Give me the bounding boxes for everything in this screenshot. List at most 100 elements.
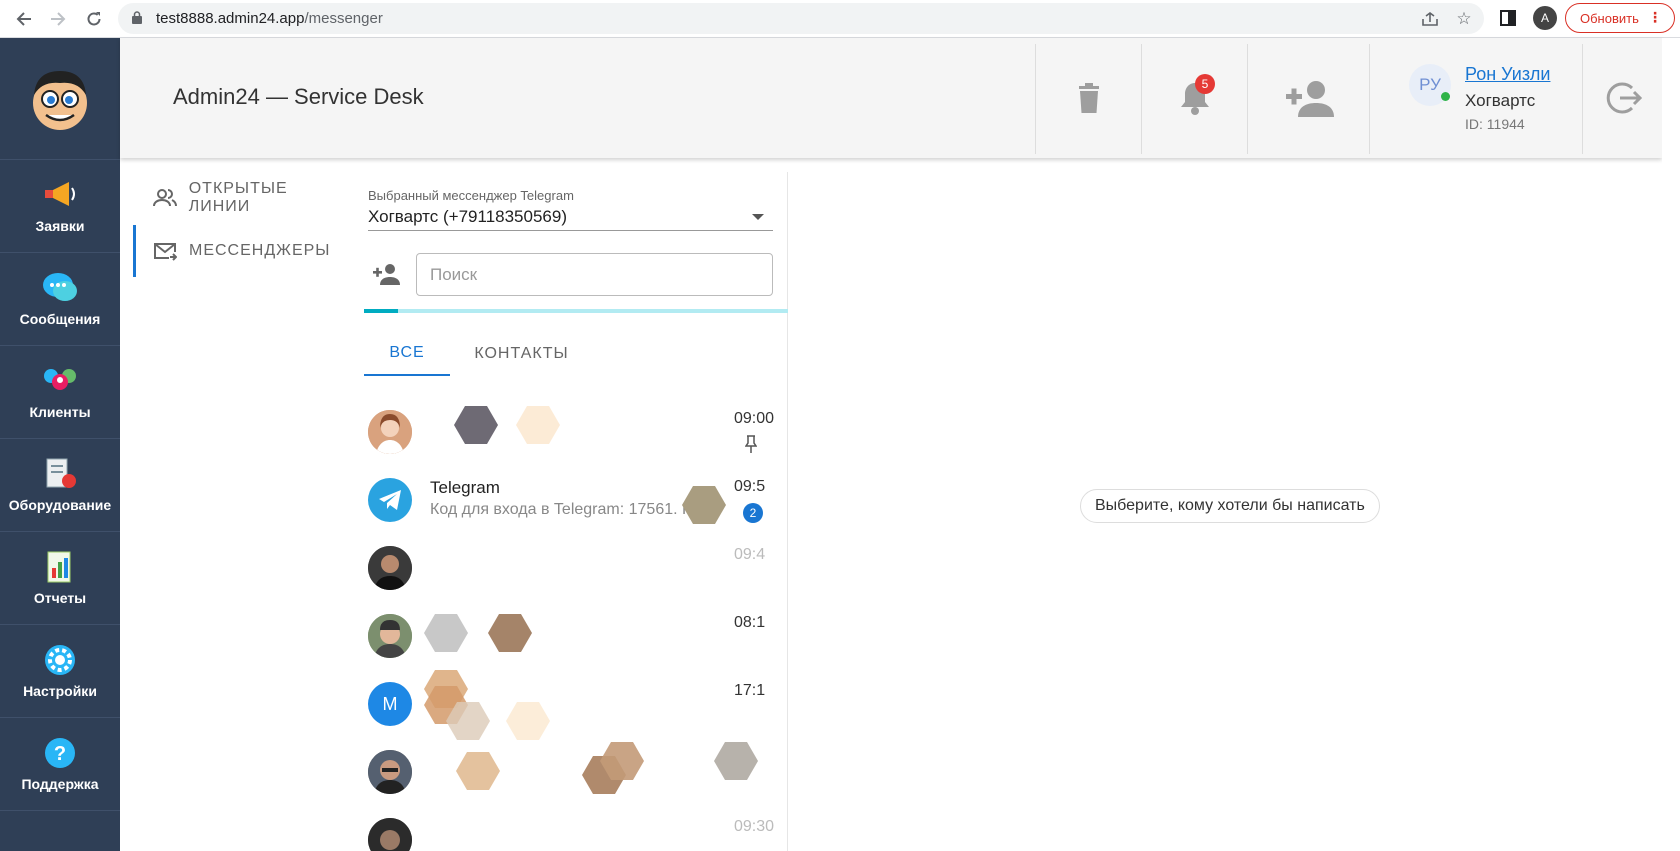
chat-list-item[interactable]: 09:30 <box>364 808 788 851</box>
redaction-hexagon <box>454 406 498 444</box>
lock-icon <box>132 11 142 24</box>
chat-list: 09:00 Telegram Код для входа в Telegram:… <box>364 400 788 851</box>
add-person-icon[interactable] <box>1284 76 1334 120</box>
chat-list-item[interactable] <box>364 740 788 804</box>
chat-preview: Код для входа в Telegram: 17561. Не да <box>430 501 720 518</box>
search-input[interactable] <box>416 253 773 296</box>
chat-bubbles-icon <box>41 271 79 305</box>
more-vert-icon: ⋮ <box>1648 9 1662 25</box>
mail-send-icon <box>151 241 179 261</box>
contact-avatar <box>368 546 412 590</box>
redaction-hexagon <box>424 614 468 652</box>
browser-profile-avatar[interactable]: A <box>1533 6 1557 30</box>
contact-avatar: M <box>368 682 412 726</box>
contact-avatar <box>368 818 412 851</box>
trash-icon[interactable] <box>1067 76 1111 120</box>
user-id: ID: 11944 <box>1465 116 1525 132</box>
user-name-link[interactable]: Рон Уизли <box>1465 64 1550 85</box>
help-icon: ? <box>41 736 79 770</box>
sidebar-item-messages[interactable]: Сообщения <box>0 253 120 346</box>
url-text: test8888.admin24.app/messenger <box>156 10 383 27</box>
reload-icon[interactable] <box>80 5 108 33</box>
browser-toolbar: test8888.admin24.app/messenger ☆ A Обнов… <box>0 0 1680 38</box>
sidebar-item-settings[interactable]: Настройки <box>0 625 120 718</box>
sidebar-item-label: Сообщения <box>19 311 101 327</box>
menu-item-label: МЕССЕНДЖЕРЫ <box>189 242 331 259</box>
app-header: Admin24 — Service Desk 5 РУ Рон Уизли Хо… <box>120 38 1662 158</box>
redaction-hexagon <box>488 614 532 652</box>
update-browser-button[interactable]: Обновить ⋮ <box>1565 3 1675 33</box>
menu-item-messengers[interactable]: МЕССЕНДЖЕРЫ <box>133 231 353 271</box>
chat-time: 09:30 <box>734 818 774 835</box>
sidebar-item-label: Оборудование <box>8 497 112 513</box>
avatar-letter: M <box>382 693 398 714</box>
sidebar-item-equipment[interactable]: Оборудование <box>0 439 120 532</box>
divider <box>1247 44 1248 154</box>
empty-state-message: Выберите, кому хотели бы написать <box>1080 489 1380 523</box>
share-icon[interactable] <box>1420 9 1440 29</box>
redaction-hexagon <box>446 702 490 740</box>
redaction-hexagon <box>600 742 644 780</box>
svg-text:?: ? <box>54 743 66 765</box>
tab-all[interactable]: ВСЕ <box>364 332 450 376</box>
chat-list-item[interactable]: 09:00 <box>364 400 788 464</box>
sidebar-item-label: Клиенты <box>29 404 91 420</box>
chat-list-item[interactable]: 09:4 <box>364 536 788 600</box>
divider <box>1141 44 1142 154</box>
sidebar-item-label: Настройки <box>23 683 97 699</box>
unread-badge: 2 <box>743 503 763 523</box>
divider <box>1369 44 1370 154</box>
back-arrow-icon[interactable] <box>10 5 38 33</box>
reports-icon <box>41 550 79 584</box>
progress-fill <box>364 309 398 313</box>
address-bar[interactable]: test8888.admin24.app/messenger ☆ <box>118 3 1484 34</box>
mascot-logo-icon <box>33 70 87 130</box>
add-contact-icon[interactable] <box>370 260 402 288</box>
chat-list-item[interactable]: Telegram Код для входа в Telegram: 17561… <box>364 468 788 532</box>
sidebar-item-clients[interactable]: Клиенты <box>0 346 120 439</box>
loading-progress-bar <box>364 309 788 313</box>
divider <box>1035 44 1036 154</box>
menu-item-open-lines[interactable]: ОТКРЫТЫЕ ЛИНИИ <box>133 178 353 218</box>
contact-avatar <box>368 614 412 658</box>
redaction-hexagon <box>516 406 560 444</box>
sidebar-item-label: Поддержка <box>21 776 99 792</box>
main-sidebar: Заявки Сообщения Клиенты Оборудование От… <box>0 38 120 851</box>
menu-item-label: ОТКРЫТЫЕ ЛИНИИ <box>188 180 288 215</box>
megaphone-icon <box>41 178 79 212</box>
redaction-hexagon <box>506 702 550 740</box>
scroll-gutter <box>1662 38 1680 851</box>
sidebar-item-requests[interactable]: Заявки <box>0 160 120 253</box>
sidebar-item-support[interactable]: ? Поддержка <box>0 718 120 811</box>
chat-name: Telegram <box>430 478 500 497</box>
messenger-select[interactable]: Хогвартс (+79118350569) <box>368 207 567 227</box>
redaction-hexagon <box>682 486 726 524</box>
bookmark-star-icon[interactable]: ☆ <box>1454 9 1474 29</box>
user-organization: Хогвартс <box>1465 91 1536 110</box>
chat-list-item[interactable]: M 17:1 <box>364 670 788 740</box>
redaction-hexagon <box>714 742 758 780</box>
select-underline <box>368 230 773 231</box>
divider <box>1582 44 1583 154</box>
equipment-icon <box>41 457 79 491</box>
app-logo[interactable] <box>0 38 120 160</box>
sidebar-item-reports[interactable]: Отчеты <box>0 532 120 625</box>
side-panel-icon[interactable] <box>1498 8 1518 28</box>
messenger-panel: Выбранный мессенджер Telegram Хогвартс (… <box>364 172 788 851</box>
clients-icon <box>41 364 79 398</box>
update-label: Обновить <box>1580 10 1639 26</box>
dropdown-arrow-icon[interactable] <box>752 214 764 220</box>
redaction-hexagon <box>456 752 500 790</box>
chat-time: 08:1 <box>734 614 766 631</box>
logout-icon[interactable] <box>1600 76 1644 120</box>
chat-time: 17:1 <box>734 682 766 699</box>
telegram-icon <box>368 478 412 522</box>
online-status-dot <box>1441 92 1450 101</box>
chat-list-item[interactable]: 08:1 <box>364 604 788 668</box>
contact-avatar <box>368 410 412 454</box>
notification-badge: 5 <box>1195 74 1215 94</box>
pin-icon <box>745 435 757 453</box>
chat-time: 09:4 <box>734 546 766 563</box>
forward-arrow-icon[interactable] <box>44 5 72 33</box>
tab-contacts[interactable]: КОНТАКТЫ <box>464 332 579 376</box>
